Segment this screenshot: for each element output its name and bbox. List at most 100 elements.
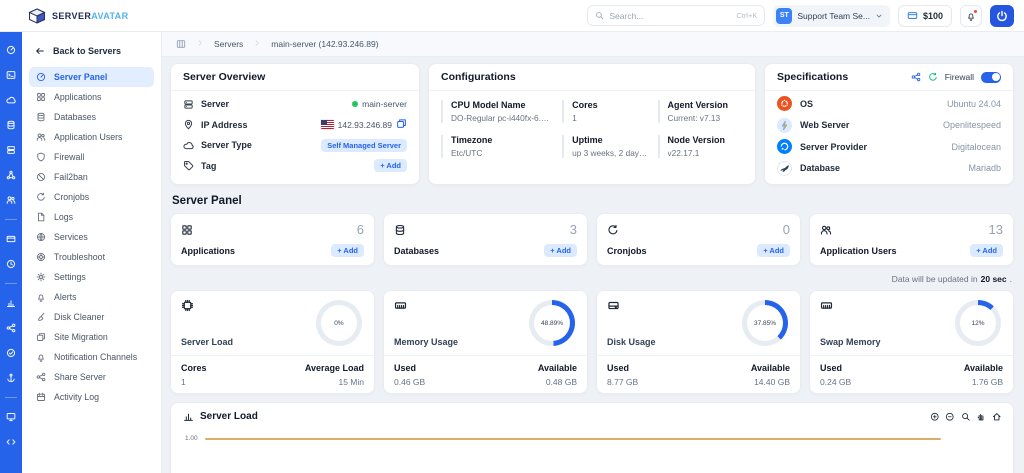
panel-card-applications[interactable]: 6 Applications+ Add xyxy=(170,213,375,266)
spec-row-server-provider: Server Provider Digitalocean xyxy=(777,136,1001,158)
config-cpu-model-name: CPU Model NameDO-Regular pc-i440fx-6.1 C… xyxy=(441,100,552,123)
overview-label: Server Type xyxy=(201,140,252,150)
rail-anchor-button[interactable] xyxy=(5,372,17,384)
breadcrumb-servers[interactable]: Servers xyxy=(214,39,243,49)
config-timezone: TimezoneEtc/UTC xyxy=(441,135,552,158)
chart-plot[interactable]: 1.00 xyxy=(171,426,1013,468)
sidebar-menu: Server PanelApplicationsDatabasesApplica… xyxy=(29,67,154,407)
copy-icon xyxy=(36,332,46,342)
rail-clock-button[interactable] xyxy=(5,258,17,270)
specifications-title: Specifications xyxy=(777,71,848,83)
account-menu[interactable]: ST Support Team Se... xyxy=(773,5,890,27)
sidebar-item-share-server[interactable]: Share Server xyxy=(29,367,154,387)
rail-network-button[interactable] xyxy=(5,169,17,181)
copy-icon[interactable] xyxy=(396,118,407,131)
firewall-toggle[interactable] xyxy=(981,72,1001,83)
add-application-users-button[interactable]: + Add xyxy=(970,244,1003,257)
panel-card-label: Applications xyxy=(181,246,235,256)
rail-gauge-button[interactable] xyxy=(5,44,17,56)
add-tag-button[interactable]: + Add xyxy=(374,159,407,172)
sidebar-item-disk-cleaner[interactable]: Disk Cleaner xyxy=(29,307,154,327)
tag-icon xyxy=(183,160,194,171)
board-icon[interactable] xyxy=(176,39,186,49)
sidebar-item-logs[interactable]: Logs xyxy=(29,207,154,227)
sidebar-item-troubleshoot[interactable]: Troubleshoot xyxy=(29,247,154,267)
stat-right-label: Average Load xyxy=(305,363,364,373)
memory-usage-donut: 48.89% xyxy=(529,300,575,346)
sidebar-item-services[interactable]: Services xyxy=(29,227,154,247)
rail-database-button[interactable] xyxy=(5,119,17,131)
add-applications-button[interactable]: + Add xyxy=(331,244,364,257)
balance-button[interactable]: $100 xyxy=(898,5,952,27)
sidebar-item-notification-channels[interactable]: Notification Channels xyxy=(29,347,154,367)
power-button[interactable] xyxy=(990,5,1014,27)
share-icon[interactable] xyxy=(911,72,921,82)
app-logo[interactable]: SERVERAVATAR xyxy=(0,8,162,24)
clock-icon xyxy=(6,259,16,269)
rail-share-button[interactable] xyxy=(5,322,17,334)
stat-right-value: 15 Min xyxy=(305,377,364,387)
sidebar-item-alerts[interactable]: Alerts xyxy=(29,287,154,307)
percent-label: 12% xyxy=(971,320,984,327)
chart-pan-button[interactable] xyxy=(976,412,986,422)
spec-value: Digitalocean xyxy=(951,142,1001,152)
rail-cloud-button[interactable] xyxy=(5,94,17,106)
users-icon xyxy=(36,132,46,142)
rail-chart-button[interactable] xyxy=(5,297,17,309)
database-icon xyxy=(394,224,406,236)
panel-card-application-users[interactable]: 13 Application Users+ Add xyxy=(809,213,1014,266)
sidebar-item-applications[interactable]: Applications xyxy=(29,87,154,107)
rail-monitor-button[interactable] xyxy=(5,411,17,423)
sidebar-item-site-migration[interactable]: Site Migration xyxy=(29,327,154,347)
spec-label: Server Provider xyxy=(800,142,867,152)
avatar: ST xyxy=(776,8,792,24)
bell-icon xyxy=(36,292,46,302)
spec-row-web-server: Web ServerOpenlitespeed xyxy=(777,115,1001,137)
rail-code-button[interactable] xyxy=(5,436,17,448)
bell-icon xyxy=(36,352,46,362)
stat-left-label: Used xyxy=(394,363,425,373)
sidebar-item-firewall[interactable]: Firewall xyxy=(29,147,154,167)
chart-zoom-out-button[interactable] xyxy=(945,412,955,422)
copy-icon xyxy=(396,118,407,129)
sidebar-item-databases[interactable]: Databases xyxy=(29,107,154,127)
ban-icon xyxy=(36,172,46,182)
chart-home-button[interactable] xyxy=(992,412,1002,422)
rail-server-button[interactable] xyxy=(5,144,17,156)
configurations-card: Configurations CPU Model NameDO-Regular … xyxy=(428,63,756,185)
config-cores: Cores1 xyxy=(562,100,647,123)
pan-icon xyxy=(976,412,986,422)
zoom-in-icon xyxy=(930,412,940,422)
add-databases-button[interactable]: + Add xyxy=(544,244,577,257)
rail-terminal-button[interactable] xyxy=(5,69,17,81)
server-load-chart-card: Server Load 1.00 xyxy=(170,402,1014,473)
stat-title: Disk Usage xyxy=(607,337,656,347)
sidebar-item-fail2ban[interactable]: Fail2ban xyxy=(29,167,154,187)
back-to-servers[interactable]: Back to Servers xyxy=(29,41,154,65)
rail-card-button[interactable] xyxy=(5,233,17,245)
refresh-icon[interactable] xyxy=(928,72,938,82)
sidebar-item-activity-log[interactable]: Activity Log xyxy=(29,387,154,407)
search-input[interactable] xyxy=(609,11,731,21)
stat-left-value: 0.46 GB xyxy=(394,377,425,387)
sidebar-item-settings[interactable]: Settings xyxy=(29,267,154,287)
sidebar-item-application-users[interactable]: Application Users xyxy=(29,127,154,147)
breadcrumb-current-server[interactable]: main-server (142.93.246.89) xyxy=(271,39,378,49)
rail-check-button[interactable] xyxy=(5,347,17,359)
sidebar-item-cronjobs[interactable]: Cronjobs xyxy=(29,187,154,207)
overview-row-tag: Tag+ Add xyxy=(183,156,407,177)
sidebar-item-server-panel[interactable]: Server Panel xyxy=(29,67,154,87)
grid-icon xyxy=(181,224,193,236)
notifications-button[interactable] xyxy=(960,5,982,27)
percent-label: 0% xyxy=(334,320,343,327)
rail-users-button[interactable] xyxy=(5,194,17,206)
chart-search-button[interactable] xyxy=(961,412,971,422)
panel-card-cronjobs[interactable]: 0 Cronjobs+ Add xyxy=(596,213,801,266)
search-icon xyxy=(595,11,604,20)
sidebar-item-label: Services xyxy=(54,232,88,242)
wallet-icon xyxy=(907,10,918,21)
chart-zoom-in-button[interactable] xyxy=(930,412,940,422)
add-cronjobs-button[interactable]: + Add xyxy=(757,244,790,257)
chevron-right-icon xyxy=(253,39,261,49)
panel-card-databases[interactable]: 3 Databases+ Add xyxy=(383,213,588,266)
